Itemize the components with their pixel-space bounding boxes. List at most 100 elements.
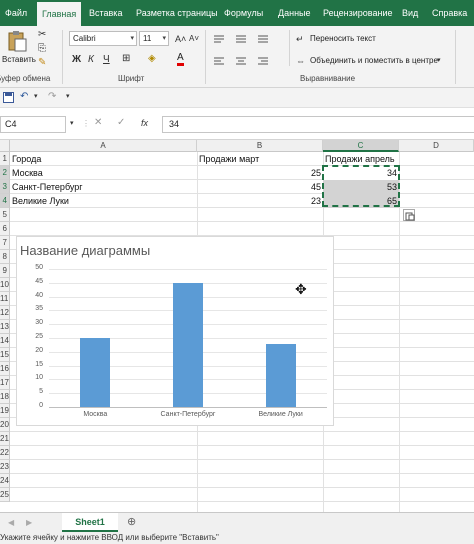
copy-icon[interactable]: ⎘ (38, 43, 46, 55)
ribbon-separator (289, 30, 290, 66)
tab-data[interactable]: Данные (278, 0, 311, 26)
row-header-19[interactable]: 19 (0, 404, 10, 418)
fill-color-icon[interactable]: ◈ (148, 53, 156, 65)
cell-a3[interactable]: Санкт-Петербург (12, 180, 197, 194)
wrap-text-button[interactable]: Переносить текст (310, 34, 376, 43)
chevron-down-icon[interactable]: ▾ (70, 118, 74, 130)
paste-button[interactable]: Вставить (2, 55, 36, 64)
row-header-21[interactable]: 21 (0, 432, 10, 446)
cell-b2[interactable]: 25 (197, 166, 323, 180)
row-header-1[interactable]: 1 (0, 152, 10, 166)
insert-function-button[interactable]: fx (141, 117, 148, 129)
row-header-3[interactable]: 3 (0, 180, 10, 194)
tab-help[interactable]: Справка (432, 0, 467, 26)
font-size-select[interactable]: 11 ▾ (139, 31, 169, 46)
ribbon: Вставить ✂ ⎘ ✎ Буфер обмена Calibri ▾ 11 ▾… (0, 26, 474, 88)
grow-font-button[interactable]: A˄ (175, 33, 186, 45)
underline-button[interactable]: Ч (103, 54, 110, 66)
column-header-a[interactable]: A (10, 140, 197, 152)
y-tick-label: 0 (39, 402, 43, 409)
row-header-11[interactable]: 11 (0, 292, 10, 306)
enter-icon[interactable]: ✓ (117, 117, 125, 129)
tab-view[interactable]: Вид (402, 0, 418, 26)
ribbon-separator (455, 30, 456, 84)
bar-chart[interactable]: Название диаграммы 0 5 10 15 20 25 30 35 40 45 50 М… (16, 236, 334, 426)
bar-2[interactable] (265, 343, 296, 407)
column-header-d[interactable]: D (399, 140, 474, 152)
wrap-text-icon[interactable]: ↵ (296, 33, 304, 45)
column-header-b[interactable]: B (197, 140, 323, 152)
borders-icon[interactable]: ⊞ (122, 53, 130, 65)
font-name-select[interactable]: Calibri ▾ (69, 31, 137, 46)
chevron-down-icon[interactable]: ▾ (34, 91, 38, 103)
cell-a1[interactable]: Города (12, 152, 197, 166)
row-header-7[interactable]: 7 (0, 236, 10, 250)
formula-value: 34 (169, 119, 180, 129)
row-header-24[interactable]: 24 (0, 474, 10, 488)
select-all-corner[interactable] (0, 140, 10, 152)
cell-b1[interactable]: Продажи март (199, 152, 323, 166)
name-box[interactable]: C4 (0, 116, 66, 133)
undo-icon[interactable]: ↶ (20, 91, 28, 103)
row-header-18[interactable]: 18 (0, 390, 10, 404)
customize-toolbar-icon[interactable]: ▾ (66, 91, 70, 103)
row-header-17[interactable]: 17 (0, 376, 10, 390)
redo-icon[interactable]: ↷ (48, 91, 56, 103)
tab-review[interactable]: Рецензирование (323, 0, 393, 26)
horizontal-align-icons[interactable] (212, 56, 284, 66)
row-header-10[interactable]: 10 (0, 278, 10, 292)
italic-button[interactable]: К (88, 54, 94, 66)
save-icon[interactable] (3, 92, 14, 103)
row-header-22[interactable]: 22 (0, 446, 10, 460)
row-header-4[interactable]: 4 (0, 194, 10, 208)
paste-options-button[interactable] (403, 209, 415, 221)
bold-button[interactable]: Ж (72, 54, 81, 66)
gridline (10, 221, 474, 222)
cancel-icon[interactable]: ✕ (94, 117, 102, 129)
bar-0[interactable] (80, 338, 111, 407)
cell-a4[interactable]: Великие Луки (12, 194, 197, 208)
chevron-down-icon[interactable]: ▾ (437, 55, 441, 67)
row-header-20[interactable]: 20 (0, 418, 10, 432)
name-box-value: C4 (5, 119, 17, 129)
row-header-5[interactable]: 5 (0, 208, 10, 222)
tab-home[interactable]: Главная (37, 2, 82, 26)
bar-1[interactable] (173, 282, 203, 407)
font-name-value: Calibri (73, 34, 96, 43)
row-header-23[interactable]: 23 (0, 460, 10, 474)
merge-center-icon[interactable]: ⇔ (296, 55, 305, 67)
merge-center-button[interactable]: Объединить и поместить в центре (310, 56, 438, 65)
row-header-13[interactable]: 13 (0, 320, 10, 334)
row-header-16[interactable]: 16 (0, 362, 10, 376)
scroll-right-icon[interactable]: ▶ (26, 517, 32, 529)
row-header-9[interactable]: 9 (0, 264, 10, 278)
paste-icon[interactable] (6, 30, 28, 52)
cell-b4[interactable]: 23 (197, 194, 323, 208)
chart-title[interactable]: Название диаграммы (20, 243, 150, 258)
column-header-c[interactable]: C (323, 140, 399, 152)
row-header-15[interactable]: 15 (0, 348, 10, 362)
tab-insert[interactable]: Вставка (89, 0, 122, 26)
cell-a2[interactable]: Москва (12, 166, 197, 180)
row-header-14[interactable]: 14 (0, 334, 10, 348)
cell-b3[interactable]: 45 (197, 180, 323, 194)
tab-page-layout[interactable]: Разметка страницы (136, 0, 218, 26)
shrink-font-button[interactable]: A˅ (189, 33, 199, 45)
font-color-button[interactable]: A (177, 53, 184, 66)
row-header-2[interactable]: 2 (0, 166, 10, 180)
tab-formulas[interactable]: Формулы (224, 0, 263, 26)
row-header-8[interactable]: 8 (0, 250, 10, 264)
sheet-tab-sheet1[interactable]: Sheet1 (62, 513, 118, 532)
format-painter-icon[interactable]: ✎ (38, 57, 46, 69)
formula-input[interactable]: 34 (162, 116, 474, 133)
vertical-align-icons[interactable] (212, 34, 284, 44)
ribbon-separator (62, 30, 63, 84)
row-header-12[interactable]: 12 (0, 306, 10, 320)
cut-icon[interactable]: ✂ (38, 29, 46, 41)
row-header-25[interactable]: 25 (0, 488, 10, 502)
add-sheet-icon[interactable]: ⊕ (127, 516, 136, 528)
tab-file[interactable]: Файл (5, 0, 27, 26)
cell-c1[interactable]: Продажи апрель (325, 152, 399, 166)
scroll-left-icon[interactable]: ◀ (8, 517, 14, 529)
row-header-6[interactable]: 6 (0, 222, 10, 236)
